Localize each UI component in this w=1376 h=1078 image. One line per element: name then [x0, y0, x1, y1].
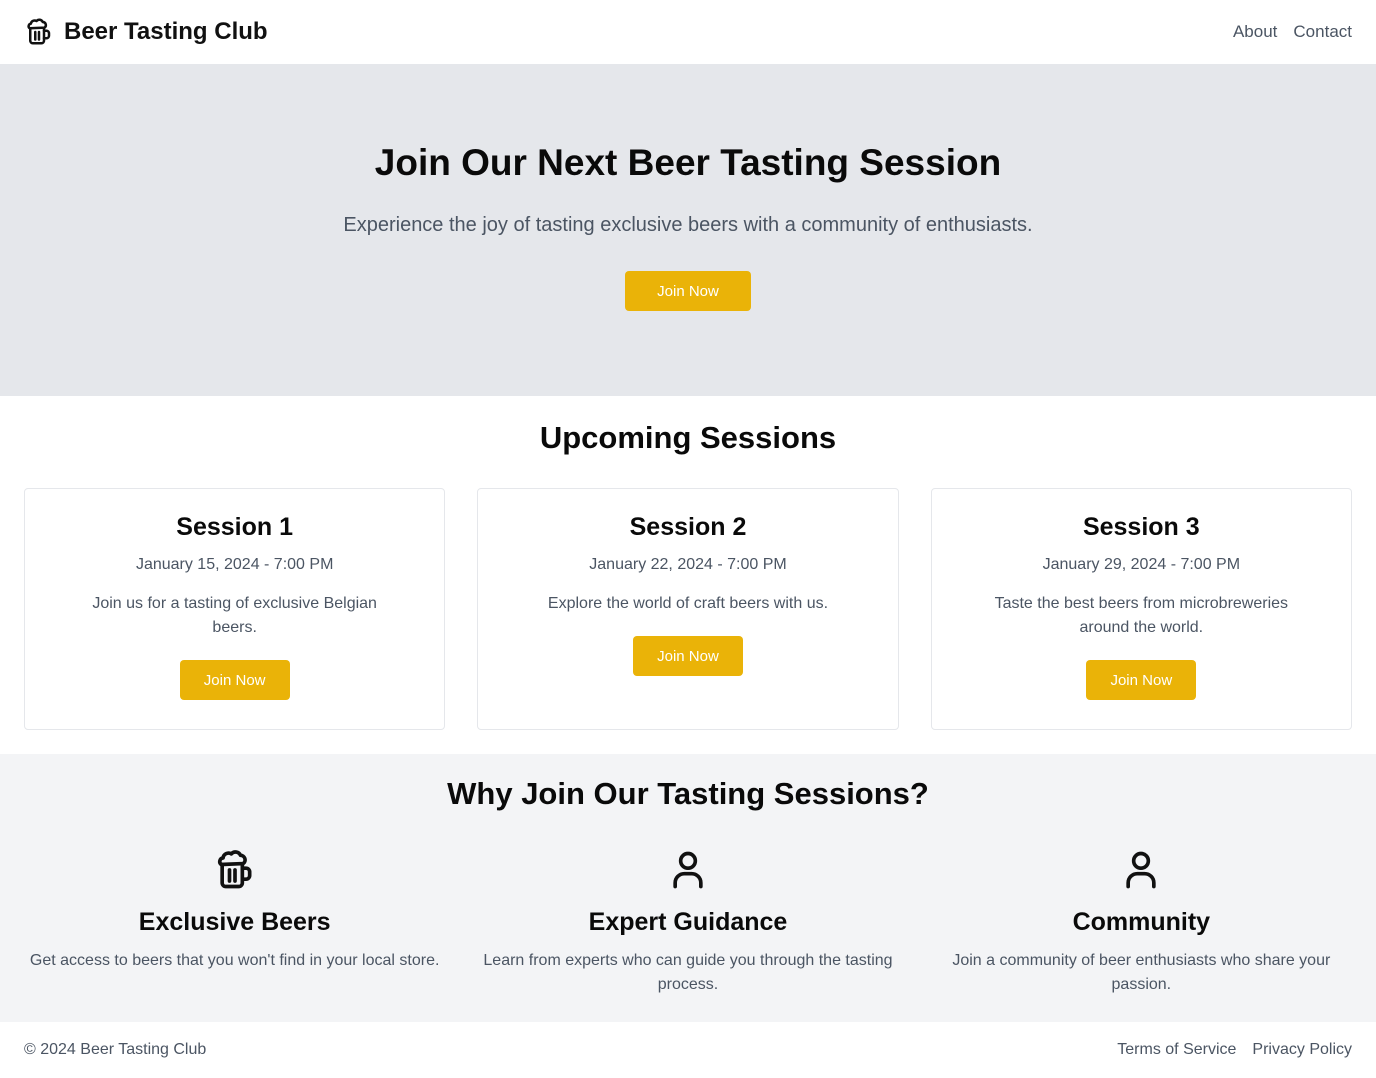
session-description: Taste the best beers from microbreweries…	[994, 595, 1289, 636]
session-name: Session 2	[629, 513, 747, 541]
session-name: Session 1	[176, 513, 294, 541]
session-description: Explore the world of craft beers with us…	[547, 595, 829, 612]
beer-mug-icon	[217, 850, 252, 889]
session-name: Session 3	[1082, 513, 1200, 541]
footer-link-privacy[interactable]: Privacy Policy	[1252, 1041, 1352, 1059]
feature-item: Community Join a community of beer enthu…	[931, 848, 1352, 997]
session-join-button[interactable]: Join Now	[1086, 660, 1197, 700]
feature-title: Exclusive Beers	[138, 908, 331, 936]
session-cards: Session 1 January 15, 2024 - 7:00 PM Joi…	[24, 488, 1352, 730]
upcoming-sessions-section: Upcoming Sessions Session 1 January 15, …	[0, 396, 1376, 754]
beer-mug-icon	[27, 18, 51, 45]
feature-text: Join a community of beer enthusiasts who…	[952, 952, 1331, 993]
brand-title: Beer Tasting Club	[64, 18, 268, 45]
feature-text: Get access to beers that you won't find …	[29, 952, 440, 969]
copyright-text: © 2024 Beer Tasting Club	[24, 1041, 207, 1058]
hero-title: Join Our Next Beer Tasting Session	[374, 142, 1002, 183]
hero-subtitle: Experience the joy of tasting exclusive …	[343, 214, 1033, 236]
nav-link-contact[interactable]: Contact	[1293, 22, 1352, 42]
user-icon	[673, 851, 703, 889]
feature-list: Exclusive Beers Get access to beers that…	[0, 848, 1376, 997]
session-date: January 22, 2024 - 7:00 PM	[589, 556, 787, 573]
main-nav: About Contact	[1233, 22, 1352, 42]
footer-link-terms[interactable]: Terms of Service	[1117, 1041, 1236, 1059]
feature-item: Exclusive Beers Get access to beers that…	[24, 848, 445, 997]
session-date: January 15, 2024 - 7:00 PM	[135, 556, 334, 573]
feature-title: Community	[1072, 908, 1211, 936]
footer: © 2024 Beer Tasting Club Terms of Servic…	[0, 1022, 1376, 1078]
feature-title: Expert Guidance	[588, 908, 788, 936]
session-card: Session 3 January 29, 2024 - 7:00 PM Tas…	[930, 488, 1352, 730]
session-join-button[interactable]: Join Now	[179, 660, 290, 700]
brand[interactable]: Beer Tasting Club	[24, 16, 268, 48]
nav-link-about[interactable]: About	[1233, 22, 1277, 42]
feature-text: Learn from experts who can guide you thr…	[483, 952, 893, 993]
top-navbar: Beer Tasting Club About Contact	[0, 0, 1376, 64]
footer-links: Terms of Service Privacy Policy	[1117, 1041, 1352, 1059]
session-description: Join us for a tasting of exclusive Belgi…	[92, 595, 377, 636]
feature-item: Expert Guidance Learn from experts who c…	[477, 848, 898, 997]
session-card: Session 2 January 22, 2024 - 7:00 PM Exp…	[477, 488, 899, 730]
session-date: January 29, 2024 - 7:00 PM	[1042, 556, 1241, 573]
why-title: Why Join Our Tasting Sessions?	[447, 776, 929, 811]
session-card: Session 1 January 15, 2024 - 7:00 PM Joi…	[24, 488, 446, 730]
user-icon	[1126, 851, 1156, 889]
hero-section: Join Our Next Beer Tasting Session Exper…	[0, 64, 1376, 396]
sessions-title: Upcoming Sessions	[539, 420, 837, 455]
why-join-section: Why Join Our Tasting Sessions? Exclusive…	[0, 754, 1376, 1022]
session-join-button[interactable]: Join Now	[632, 636, 743, 676]
hero-join-button[interactable]: Join Now	[625, 271, 751, 311]
